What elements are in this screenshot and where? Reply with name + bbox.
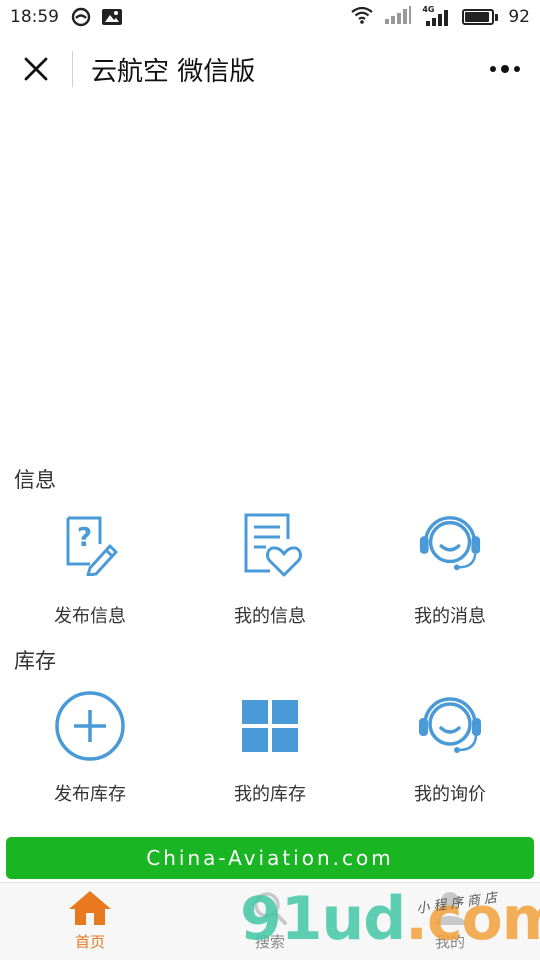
info-grid: ? 发布信息 我的信息 我的消息 [0,510,540,628]
grid-item-my-messages[interactable]: 我的消息 [360,510,540,628]
more-dot-icon [490,66,496,72]
grid-item-publish-inventory[interactable]: 发布库存 [0,690,180,806]
tab-home[interactable]: 首页 [0,883,180,960]
signal-4g-icon: 4G [422,5,452,27]
headset-service-icon [416,510,484,578]
status-bar: 18:59 4G 92 [0,0,540,34]
user-icon [427,889,473,927]
svg-text:?: ? [77,523,92,553]
inventory-grid: 发布库存 我的库存 我的询价 [0,690,540,806]
status-right-group: 4G 92 [350,0,530,34]
app-notification-icon [71,7,91,27]
edit-question-icon: ? [56,510,124,578]
close-icon [24,57,48,81]
nav-bar: 云航空 微信版 [0,34,540,104]
tab-label: 搜索 [254,933,285,951]
more-dot-icon [514,66,520,72]
grid-label: 我的库存 [234,784,306,805]
tab-label: 我的 [434,933,465,951]
nav-divider [72,51,73,87]
close-button[interactable] [0,34,72,104]
battery-icon [462,9,499,25]
tab-bar: 首页 搜索 我的 [0,882,540,960]
grid-label: 我的询价 [414,784,486,805]
section-title-info: 信息 [14,468,56,492]
network-type-label: 4G [422,5,435,14]
grid-label: 发布库存 [54,784,126,805]
home-icon [67,889,113,927]
page-title: 云航空 微信版 [91,56,256,87]
battery-percent: 92 [508,7,530,27]
more-dot-icon [501,65,509,73]
grid-icon [234,690,306,762]
tab-label: 首页 [74,933,105,951]
search-icon [247,889,293,927]
grid-item-my-info[interactable]: 我的信息 [180,510,360,628]
tab-search[interactable]: 搜索 [180,883,360,960]
signal-icon [384,5,412,30]
tab-mine[interactable]: 我的 [360,883,540,960]
grid-item-my-inventory[interactable]: 我的库存 [180,690,360,806]
more-options-button[interactable] [488,54,522,84]
grid-label: 发布信息 [54,606,126,627]
grid-item-my-inquiry[interactable]: 我的询价 [360,690,540,806]
grid-item-publish-info[interactable]: ? 发布信息 [0,510,180,628]
plus-circle-icon [54,690,126,762]
section-title-inventory: 库存 [14,649,56,673]
china-aviation-banner[interactable]: China-Aviation.com [6,837,534,879]
image-notification-icon [101,7,123,27]
grid-label: 我的消息 [414,606,486,627]
status-time: 18:59 [10,7,59,27]
wifi-icon [350,5,374,30]
grid-label: 我的信息 [234,606,306,627]
headset-service-icon [414,690,486,762]
document-heart-icon [236,510,304,578]
